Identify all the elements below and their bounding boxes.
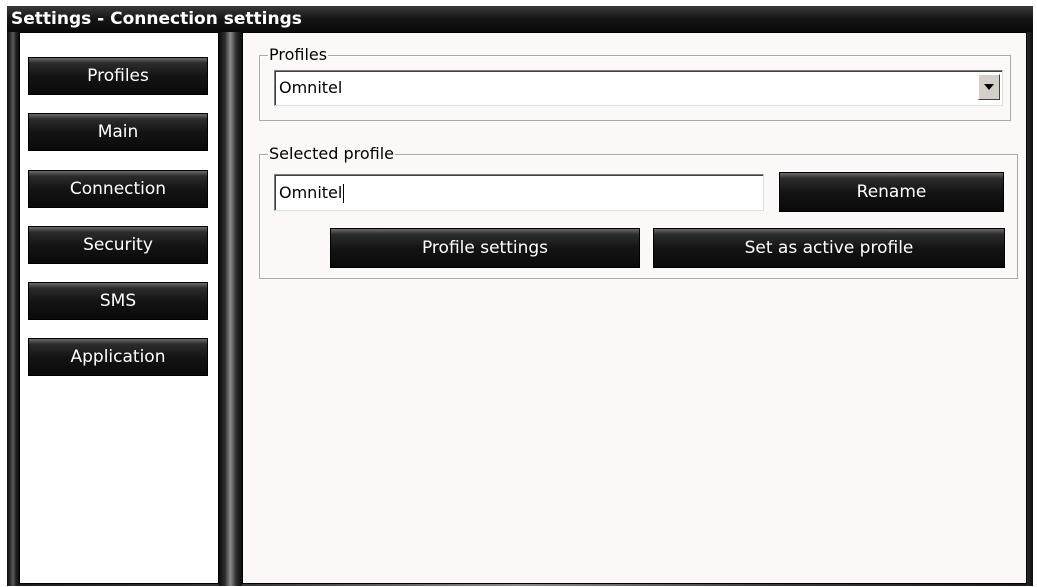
sidebar-item-connection[interactable]: Connection — [28, 170, 208, 208]
set-active-profile-button[interactable]: Set as active profile — [653, 228, 1005, 268]
sidebar-item-security[interactable]: Security — [28, 226, 208, 264]
frame-right-border — [1027, 32, 1033, 586]
title-bar: Settings - Connection settings — [7, 6, 1033, 32]
sidebar-item-profiles[interactable]: Profiles — [28, 57, 208, 95]
profile-select[interactable]: Omnitel — [274, 70, 1003, 106]
profile-select-value: Omnitel — [279, 78, 343, 97]
profile-settings-button[interactable]: Profile settings — [330, 228, 640, 268]
profile-name-value: Omnitel — [279, 183, 343, 202]
settings-window: Settings - Connection settings Profiles … — [7, 6, 1033, 586]
profile-name-input[interactable]: Omnitel — [274, 174, 764, 211]
rename-button[interactable]: Rename — [779, 172, 1004, 212]
sidebar: Profiles Main Connection Security SMS Ap… — [19, 32, 219, 584]
selected-profile-group-legend: Selected profile — [268, 144, 395, 164]
profiles-group-legend: Profiles — [268, 45, 329, 65]
sidebar-item-main[interactable]: Main — [28, 113, 208, 151]
window-title: Settings - Connection settings — [11, 9, 302, 29]
profiles-groupbox: Profiles Omnitel — [259, 45, 1011, 121]
selected-profile-groupbox: Selected profile Omnitel Rename Profile … — [259, 144, 1018, 279]
sidebar-item-application[interactable]: Application — [28, 338, 208, 376]
text-caret — [343, 184, 345, 203]
sidebar-item-sms[interactable]: SMS — [28, 282, 208, 320]
frame-left-border — [7, 32, 19, 586]
chevron-down-icon[interactable] — [978, 74, 1000, 100]
frame-divider — [219, 32, 242, 586]
content-panel: Profiles Omnitel Selected profile Omnite… — [242, 32, 1027, 584]
